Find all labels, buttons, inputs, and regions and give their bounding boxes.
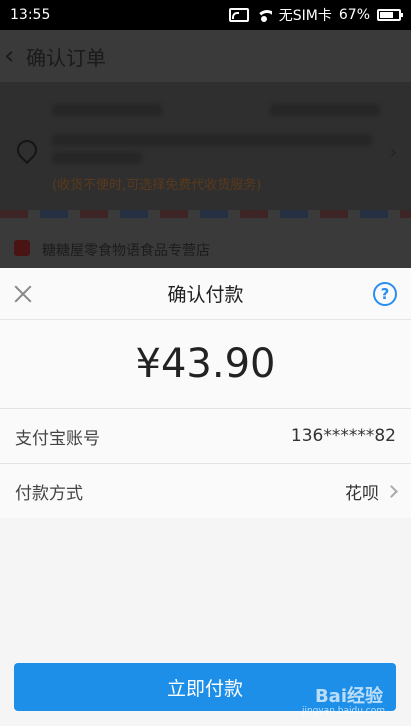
account-value: 136******82	[290, 426, 396, 446]
shop-icon	[14, 240, 30, 256]
payment-sheet: 确认付款 ? ¥43.90 支付宝账号 136******82 付款方式 花呗 …	[0, 268, 411, 726]
phone-blurred	[270, 104, 380, 116]
status-bar: 13:55 无SIM卡 67%	[0, 0, 411, 30]
shop-name: 糖糖屋零食物语食品专营店	[42, 243, 210, 259]
address-line-1-blurred	[52, 134, 372, 146]
status-indicators: 无SIM卡 67%	[228, 5, 403, 25]
battery-percent: 67%	[338, 7, 370, 23]
chevron-right-icon: ›	[389, 142, 397, 163]
recipient-info-blurred	[52, 104, 162, 116]
status-time: 13:55	[10, 7, 51, 23]
location-pin-icon	[15, 140, 35, 164]
help-icon[interactable]: ?	[373, 282, 397, 306]
watermark-url: jingyan.baidu.com	[301, 706, 385, 716]
sheet-title: 确认付款	[167, 284, 244, 306]
sim-status: 无SIM卡	[278, 8, 332, 24]
sheet-header: 确认付款 ?	[0, 268, 411, 320]
chevron-right-icon	[385, 484, 398, 498]
address-card[interactable]: › (收货不便时,可选择免费代收货服务)	[0, 82, 411, 210]
wifi-icon	[255, 8, 272, 22]
account-label: 支付宝账号	[15, 428, 100, 449]
close-icon[interactable]	[12, 283, 34, 305]
payment-amount: ¥43.90	[0, 320, 411, 408]
cast-icon	[228, 8, 249, 22]
address-note: (收货不便时,可选择免费代收货服务)	[52, 178, 262, 193]
address-line-2-blurred	[52, 152, 142, 164]
baidu-watermark: Bai经验	[314, 686, 383, 707]
payment-method-row[interactable]: 付款方式 花呗	[0, 463, 411, 518]
airmail-divider	[0, 210, 411, 218]
back-arrow-icon[interactable]: ‹	[4, 41, 24, 71]
payment-method-label: 付款方式	[15, 483, 83, 504]
order-header: ‹ 确认订单	[0, 30, 411, 82]
battery-icon	[377, 9, 403, 21]
order-page-title: 确认订单	[26, 45, 106, 70]
payment-method-value: 花呗	[345, 483, 379, 504]
order-page-background: ‹ 确认订单 › (收货不便时,可选择免费代收货服务) 糖糖屋零食物语食品专营店	[0, 30, 411, 270]
account-row: 支付宝账号 136******82	[0, 408, 411, 463]
